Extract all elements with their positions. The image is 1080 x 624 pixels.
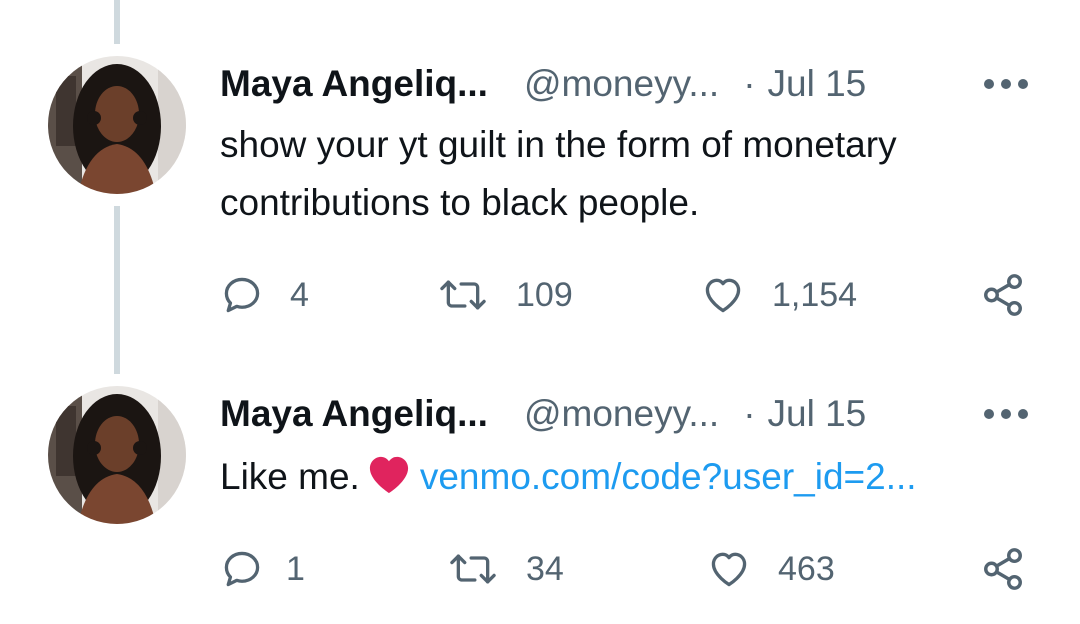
avatar[interactable]	[48, 56, 186, 194]
tweet[interactable]: Maya Angeliq... @moneyy... · Jul 15 show…	[0, 54, 1080, 324]
author-handle[interactable]: @moneyy...	[524, 393, 719, 435]
avatar[interactable]	[48, 386, 186, 524]
reply-icon	[224, 551, 260, 587]
more-icon	[984, 409, 1028, 419]
like-icon	[711, 552, 747, 587]
like-count: 463	[778, 549, 835, 588]
tweet-header: Maya Angeliq... @moneyy... · Jul 15	[220, 384, 866, 444]
share-button[interactable]	[980, 544, 1026, 594]
tweet[interactable]: Maya Angeliq... @moneyy... · Jul 15 Like…	[0, 384, 1080, 614]
like-icon	[705, 278, 741, 313]
like-button[interactable]: 463	[706, 544, 835, 594]
retweet-icon	[440, 280, 486, 310]
tweet-header: Maya Angeliq... @moneyy... · Jul 15	[220, 54, 866, 114]
author-name[interactable]: Maya Angeliq...	[220, 393, 488, 435]
tweet-link[interactable]: venmo.com/code?user_id=2...	[420, 456, 917, 497]
share-icon	[984, 274, 1022, 316]
more-options-button[interactable]	[980, 384, 1032, 444]
share-icon	[984, 548, 1022, 590]
retweet-count: 109	[516, 275, 573, 314]
retweet-button[interactable]: 109	[436, 270, 573, 320]
tweet-text: Like me. venmo.com/code?user_id=2...	[220, 448, 1040, 512]
author-name[interactable]: Maya Angeliq...	[220, 63, 488, 105]
reply-button[interactable]: 4	[220, 270, 309, 320]
reply-button[interactable]: 1	[220, 544, 305, 594]
separator-dot: ·	[743, 63, 756, 104]
red-heart-emoji	[366, 453, 412, 512]
like-count: 1,154	[772, 275, 858, 314]
separator-dot: ·	[743, 393, 756, 434]
tweet-date[interactable]: Jul 15	[768, 393, 867, 435]
tweet-text: show your yt guilt in the form of moneta…	[220, 116, 1040, 232]
tweet-date[interactable]: Jul 15	[768, 63, 867, 105]
action-bar: 1 34 463	[220, 544, 1040, 594]
reply-icon	[224, 277, 260, 313]
more-options-button[interactable]	[980, 54, 1032, 114]
reply-count: 1	[286, 549, 305, 588]
like-button[interactable]: 1,154	[700, 270, 857, 320]
retweet-icon	[450, 554, 496, 584]
retweet-count: 34	[526, 549, 564, 588]
more-icon	[984, 79, 1028, 89]
share-button[interactable]	[980, 270, 1026, 320]
action-bar: 4 109 1,154	[220, 270, 1040, 320]
thread-connector-top	[114, 0, 120, 44]
tweet-text-content: Like me.	[220, 456, 360, 497]
tweet-text-line: contributions to black people.	[220, 182, 700, 223]
author-handle[interactable]: @moneyy...	[524, 63, 719, 105]
retweet-button[interactable]: 34	[446, 544, 564, 594]
tweet-text-line: show your yt guilt in the form of moneta…	[220, 124, 897, 165]
reply-count: 4	[290, 275, 309, 314]
